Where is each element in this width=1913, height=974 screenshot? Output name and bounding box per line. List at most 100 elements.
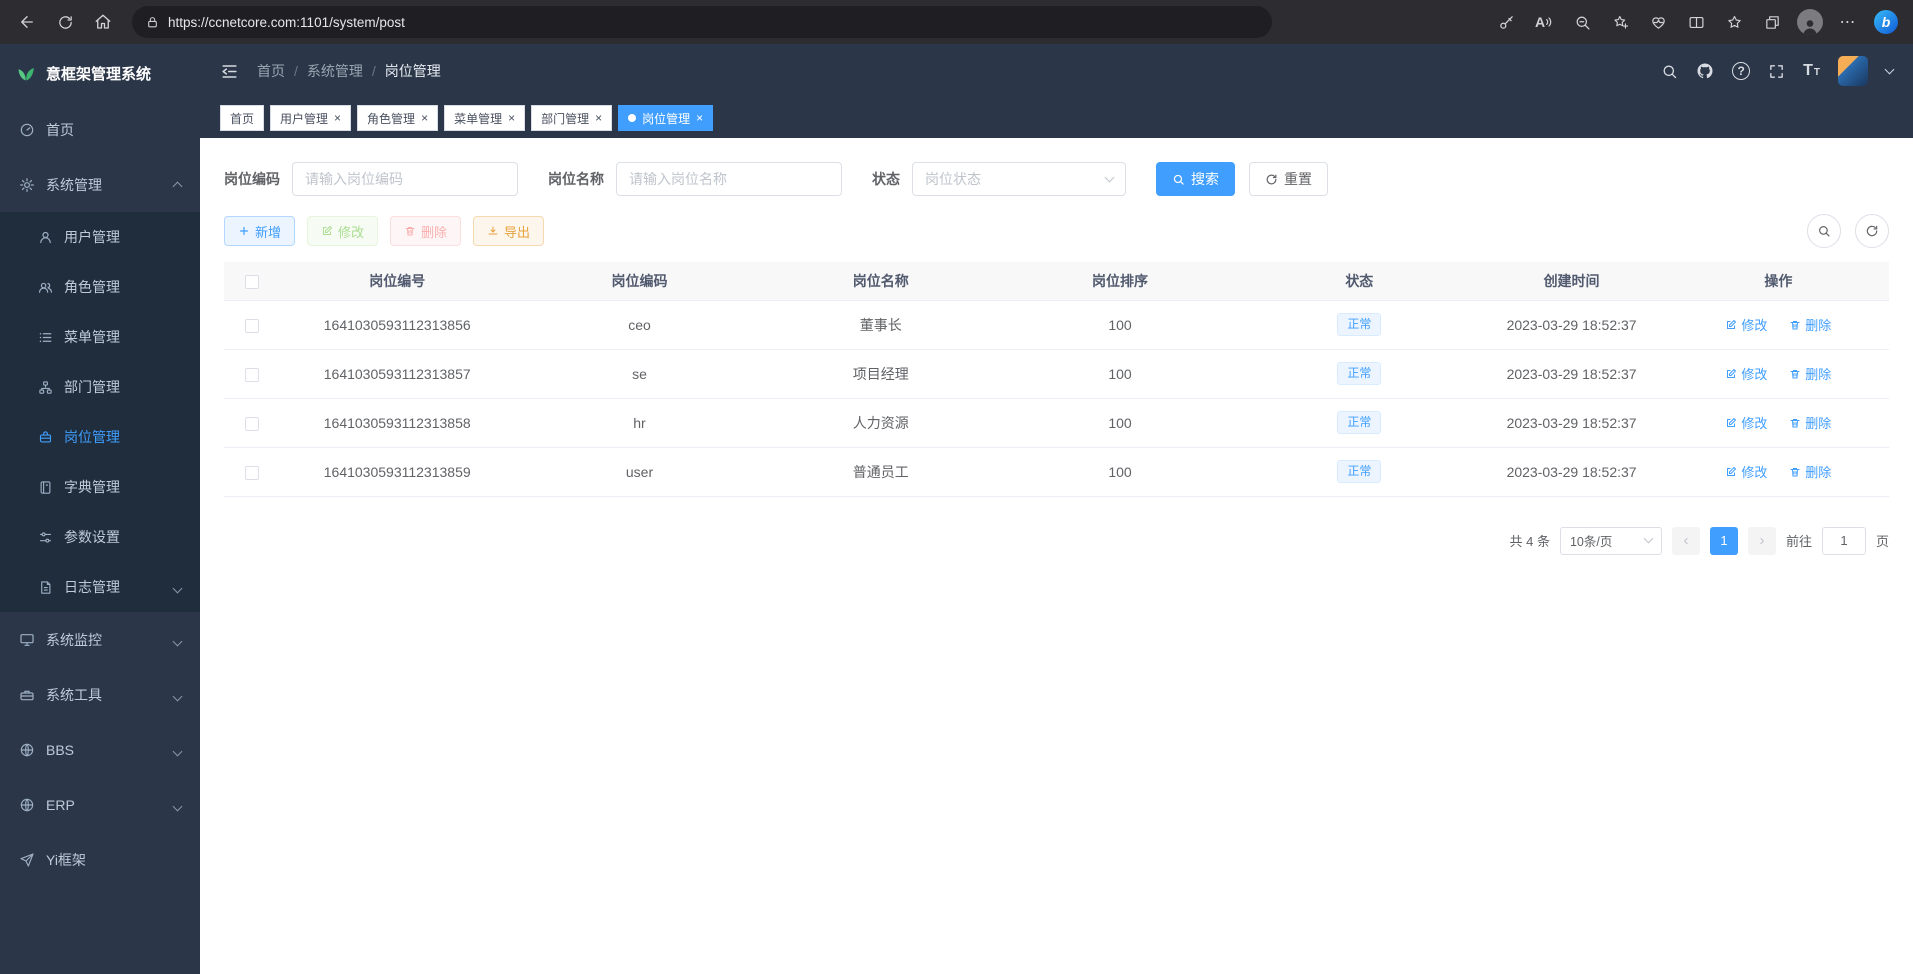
row-delete-link[interactable]: 删除 (1789, 413, 1831, 432)
post-sort: 100 (1108, 317, 1131, 333)
address-bar[interactable]: https://ccnetcore.com:1101/system/post (132, 6, 1272, 38)
sidebar-item-roles[interactable]: 角色管理 (0, 262, 200, 312)
select-all-checkbox[interactable] (245, 275, 259, 289)
post-id: 1641030593112313856 (324, 317, 471, 333)
add-button[interactable]: 新增 (224, 216, 295, 246)
sidebar-item-posts[interactable]: 岗位管理 (0, 412, 200, 462)
github-icon[interactable] (1696, 62, 1714, 80)
browser-essentials-icon[interactable] (1641, 6, 1675, 38)
row-checkbox[interactable] (245, 319, 259, 333)
sidebar-item-logs[interactable]: 日志管理 (0, 562, 200, 612)
delete-button[interactable]: 删除 (390, 216, 461, 246)
sidebar-item-menus[interactable]: 菜单管理 (0, 312, 200, 362)
browser-settings-icon[interactable]: ⋯ (1831, 6, 1865, 38)
sidebar-item-parameters[interactable]: 参数设置 (0, 512, 200, 562)
favorites-bar-icon[interactable] (1717, 6, 1751, 38)
app-logo: 意框架管理系统 (0, 44, 200, 102)
created-time: 2023-03-29 18:52:37 (1507, 366, 1637, 382)
close-icon[interactable]: × (508, 112, 515, 124)
sidebar-item-yi-framework[interactable]: Yi框架 (0, 832, 200, 887)
sidebar-item-dictionary[interactable]: 字典管理 (0, 462, 200, 512)
reset-button[interactable]: 重置 (1249, 162, 1328, 196)
tab-post-management[interactable]: 岗位管理 × (618, 105, 713, 131)
row-edit-link[interactable]: 修改 (1725, 364, 1767, 383)
globe-icon (19, 797, 35, 813)
row-edit-link[interactable]: 修改 (1725, 315, 1767, 334)
post-code-input[interactable] (292, 162, 518, 196)
post-code: se (632, 366, 647, 382)
font-size-icon[interactable]: TT (1803, 62, 1820, 80)
sliders-icon (38, 530, 53, 545)
bing-copilot-icon[interactable]: b (1869, 6, 1903, 38)
next-page-button[interactable]: › (1748, 527, 1776, 555)
sidebar-fold-icon[interactable] (220, 62, 239, 81)
sidebar-item-tools[interactable]: 系统工具 (0, 667, 200, 722)
row-checkbox[interactable] (245, 368, 259, 382)
sidebar-item-system[interactable]: 系统管理 (0, 157, 200, 212)
tab-home[interactable]: 首页 (220, 105, 264, 131)
page-size-select[interactable]: 10条/页 (1560, 527, 1662, 555)
row-checkbox[interactable] (245, 466, 259, 480)
tab-label: 菜单管理 (454, 110, 502, 127)
dashboard-icon (19, 122, 35, 138)
refresh-table-icon[interactable] (1855, 214, 1889, 248)
tab-user-management[interactable]: 用户管理 × (270, 105, 351, 131)
row-edit-link[interactable]: 修改 (1725, 413, 1767, 432)
browser-toolbar: https://ccnetcore.com:1101/system/post A… (0, 0, 1913, 44)
close-icon[interactable]: × (334, 112, 341, 124)
sidebar-item-label: 部门管理 (64, 377, 120, 397)
help-icon[interactable]: ? (1732, 62, 1750, 80)
post-sort: 100 (1108, 415, 1131, 431)
sidebar-item-home[interactable]: 首页 (0, 102, 200, 157)
browser-profile-avatar[interactable] (1793, 6, 1827, 38)
sidebar-item-users[interactable]: 用户管理 (0, 212, 200, 262)
tab-role-management[interactable]: 角色管理 × (357, 105, 438, 131)
post-id: 1641030593112313857 (324, 366, 471, 382)
collections-icon[interactable] (1755, 6, 1789, 38)
zoom-icon[interactable] (1565, 6, 1599, 38)
tab-menu-management[interactable]: 菜单管理 × (444, 105, 525, 131)
breadcrumb-home[interactable]: 首页 (257, 61, 285, 81)
toggle-search-icon[interactable] (1807, 214, 1841, 248)
sidebar-item-departments[interactable]: 部门管理 (0, 362, 200, 412)
goto-page-input[interactable] (1822, 527, 1866, 555)
favorites-add-icon[interactable] (1603, 6, 1637, 38)
search-button[interactable]: 搜索 (1156, 162, 1235, 196)
sidebar-item-bbs[interactable]: BBS (0, 722, 200, 777)
search-form: 岗位编码 岗位名称 状态 岗位状态 搜索 重置 (224, 162, 1889, 196)
refresh-icon[interactable] (48, 6, 82, 38)
close-icon[interactable]: × (696, 112, 703, 124)
status-badge: 正常 (1337, 411, 1381, 435)
sidebar-item-erp[interactable]: ERP (0, 777, 200, 832)
post-name-input[interactable] (616, 162, 842, 196)
page-number-button[interactable]: 1 (1710, 527, 1738, 555)
table-row: 1641030593112313858 hr 人力资源 100 正常 2023-… (224, 398, 1889, 447)
close-icon[interactable]: × (595, 112, 602, 124)
row-delete-link[interactable]: 删除 (1789, 315, 1831, 334)
fullscreen-icon[interactable] (1768, 63, 1785, 80)
read-aloud-icon[interactable]: A (1527, 6, 1561, 38)
status-select[interactable]: 岗位状态 (912, 162, 1126, 196)
back-icon[interactable] (10, 6, 44, 38)
sidebar-item-label: 角色管理 (64, 277, 120, 297)
status-badge: 正常 (1337, 313, 1381, 337)
row-delete-link[interactable]: 删除 (1789, 462, 1831, 481)
edit-button[interactable]: 修改 (307, 216, 378, 246)
split-screen-icon[interactable] (1679, 6, 1713, 38)
sidebar-item-monitor[interactable]: 系统监控 (0, 612, 200, 667)
home-icon[interactable] (86, 6, 120, 38)
tab-department-management[interactable]: 部门管理 × (531, 105, 612, 131)
prev-page-button[interactable]: ‹ (1672, 527, 1700, 555)
row-edit-link[interactable]: 修改 (1725, 462, 1767, 481)
row-delete-link[interactable]: 删除 (1789, 364, 1831, 383)
search-icon[interactable] (1661, 63, 1678, 80)
post-name: 普通员工 (853, 464, 909, 480)
avatar-caret-icon[interactable] (1885, 64, 1895, 74)
status-badge: 正常 (1337, 460, 1381, 484)
user-avatar[interactable] (1838, 56, 1868, 86)
export-button[interactable]: 导出 (473, 216, 544, 246)
password-key-icon[interactable] (1489, 6, 1523, 38)
close-icon[interactable]: × (421, 112, 428, 124)
breadcrumb-system[interactable]: 系统管理 (307, 61, 363, 81)
row-checkbox[interactable] (245, 417, 259, 431)
